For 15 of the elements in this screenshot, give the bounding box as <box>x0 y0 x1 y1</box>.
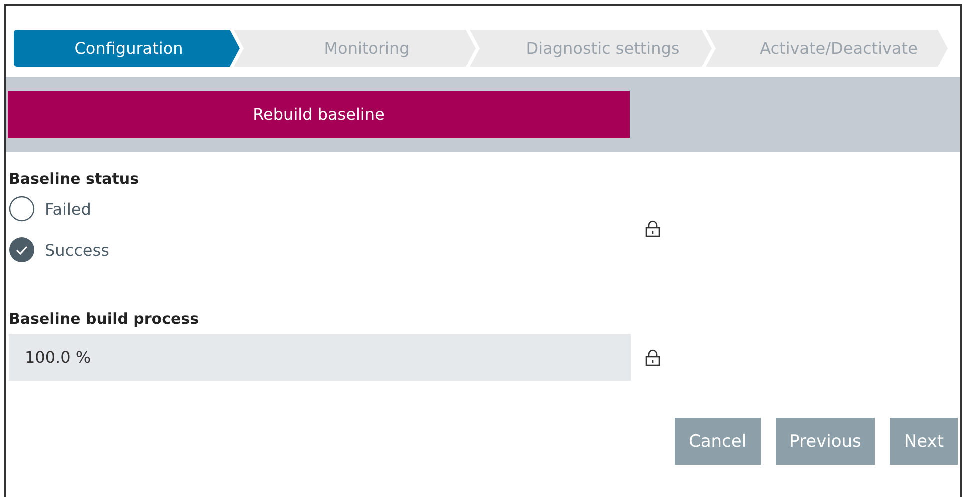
step-tab[interactable]: Configuration <box>14 30 240 67</box>
field-label: Baseline build process <box>9 310 200 328</box>
radio-icon[interactable] <box>9 196 35 222</box>
step-tab[interactable]: Monitoring <box>234 30 476 67</box>
step-tab[interactable]: Diagnostic settings <box>470 30 712 67</box>
field-label: Baseline status <box>9 170 140 188</box>
input-field[interactable]: 100.0 % <box>9 334 631 381</box>
radio-checked-icon[interactable] <box>9 237 35 263</box>
radio-label: Success <box>45 240 110 260</box>
footer-button[interactable]: Cancel <box>674 418 761 465</box>
rebuild-button[interactable]: Rebuild baseline <box>8 91 630 138</box>
step-tab[interactable]: Activate/Deactivate <box>706 30 948 67</box>
footer-button[interactable]: Next <box>890 418 958 465</box>
footer-button[interactable]: Previous <box>776 418 876 465</box>
radio-label: Failed <box>45 200 92 218</box>
